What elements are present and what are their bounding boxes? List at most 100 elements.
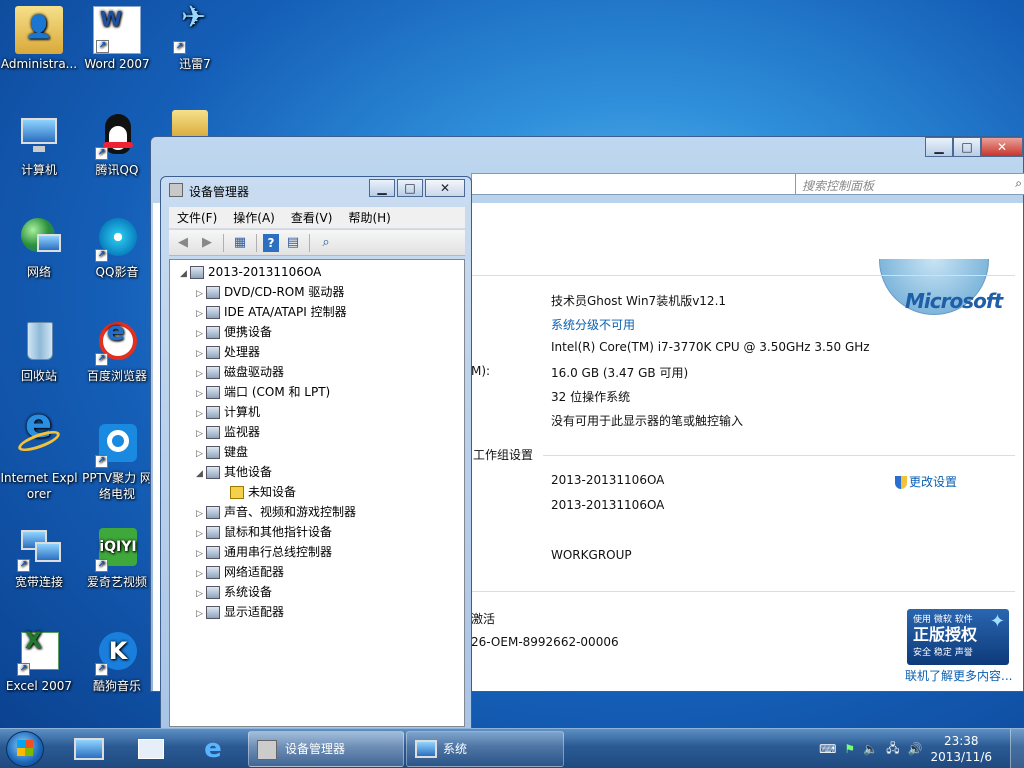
tree-category[interactable]: ▷ DVD/CD-ROM 驱动器 (196, 282, 344, 302)
menu-view[interactable]: 查看(V) (283, 209, 341, 226)
desktop-icon-label: 宽带连接 (14, 575, 63, 589)
desktop-icon-iqiyi[interactable]: iQIYI ↗ 爱奇艺视频 (78, 524, 156, 590)
chevron-right-icon[interactable]: ▷ (196, 504, 206, 524)
tree-category[interactable]: ▷ 端口 (COM 和 LPT) (196, 382, 330, 402)
taskbar-pinned-windows[interactable] (126, 733, 176, 765)
tree-category[interactable]: ▷ 鼠标和其他指针设备 (196, 522, 332, 542)
desktop-icon-computer[interactable]: 计算机 (0, 112, 78, 178)
tree-category[interactable]: ▷ 系统设备 (196, 582, 272, 602)
desktop-icon-qqplayer[interactable]: ↗ QQ影音 (78, 214, 156, 280)
menu-file[interactable]: 文件(F) (169, 209, 225, 226)
chevron-right-icon[interactable]: ▷ (196, 304, 206, 324)
tree-root[interactable]: ◢ 2013-20131106OA (180, 262, 321, 282)
desktop-icon-excel[interactable]: X ↗ Excel 2007 (0, 628, 78, 694)
learn-more-link[interactable]: 联机了解更多内容... (905, 667, 1012, 684)
taskbar-item-device-manager[interactable]: 设备管理器 (248, 731, 404, 767)
back-arrow-icon[interactable]: ◀ (173, 234, 193, 252)
chevron-right-icon[interactable]: ▷ (196, 344, 206, 364)
tree-item-label: 声音、视频和游戏控制器 (224, 505, 357, 519)
properties-grid-icon[interactable]: ▦ (230, 234, 250, 252)
shortcut-arrow-icon: ↗ (95, 147, 108, 160)
tree-category[interactable]: ▷ 网络适配器 (196, 562, 284, 582)
desktop-icon-pptv[interactable]: ↗ PPTV聚力 网络电视 (78, 420, 156, 502)
device-icon (206, 446, 220, 459)
show-desktop-button[interactable] (1010, 729, 1024, 768)
network-icon[interactable]: 🖧 (886, 739, 899, 760)
action-center-flag-icon[interactable]: ⚑ (844, 742, 855, 756)
close-button[interactable]: ✕ (981, 137, 1023, 157)
desktop-icon-network[interactable]: 网络 (0, 214, 78, 280)
forward-arrow-icon[interactable]: ▶ (197, 234, 217, 252)
chevron-right-icon[interactable]: ▷ (196, 444, 206, 464)
desktop-icon-thunder[interactable]: ✈ ↗ 迅雷7 (156, 3, 234, 72)
desktop-icon-recycle-bin[interactable]: 回收站 (0, 318, 78, 384)
start-button[interactable] (6, 731, 44, 767)
windows-edition: 技术员Ghost Win7装机版v12.1 (551, 294, 727, 308)
change-settings-link[interactable]: 更改设置 (895, 473, 957, 490)
folder-icon[interactable] (172, 110, 208, 138)
genuine-microsoft-badge[interactable]: 使用 微软 软件 正版授权 安全 稳定 声誉 ✦ (907, 609, 1009, 665)
chevron-right-icon[interactable]: ▷ (196, 544, 206, 564)
chevron-right-icon[interactable]: ▷ (196, 604, 206, 624)
scan-hardware-icon[interactable]: ⌕ (316, 234, 336, 252)
tree-category[interactable]: ▷ 声音、视频和游戏控制器 (196, 502, 356, 522)
maximize-button[interactable]: □ (953, 137, 981, 157)
view-list-icon[interactable]: ▤ (283, 234, 303, 252)
shortcut-arrow-icon: ↗ (95, 663, 108, 676)
windows-switcher-icon (138, 739, 164, 759)
speaker-icon[interactable]: 🔊 (908, 742, 923, 756)
desktop-icon-administrator[interactable]: 👤 Administra... (0, 6, 78, 72)
minimize-button[interactable]: ▁ (369, 179, 395, 197)
pptv-icon: ↗ (93, 420, 141, 468)
search-icon[interactable]: ⌕ (1015, 176, 1022, 191)
help-icon[interactable]: ? (263, 233, 279, 252)
taskbar-pinned-ie[interactable]: e (188, 733, 238, 765)
chevron-right-icon[interactable]: ▷ (196, 424, 206, 444)
tree-category[interactable]: ▷ 显示适配器 (196, 602, 284, 622)
desktop-icon-qq[interactable]: ↗ 腾讯QQ (78, 112, 156, 178)
device-icon (206, 586, 220, 599)
rating-link[interactable]: 系统分级不可用 (551, 316, 635, 333)
menu-help[interactable]: 帮助(H) (340, 209, 398, 226)
chevron-right-icon[interactable]: ▷ (196, 364, 206, 384)
tree-category[interactable]: ▷ 通用串行总线控制器 (196, 542, 332, 562)
desktop-icon-broadband[interactable]: ↗ 宽带连接 (0, 524, 78, 590)
kugou-icon: K ↗ (93, 628, 141, 676)
volume-icon[interactable]: 🔈 (863, 742, 878, 756)
maximize-button[interactable]: □ (397, 179, 423, 197)
tree-category[interactable]: ▷ 监视器 (196, 422, 260, 442)
close-button[interactable]: ✕ (425, 179, 465, 197)
chevron-right-icon[interactable]: ▷ (196, 384, 206, 404)
tree-category[interactable]: ◢ 其他设备 (196, 462, 272, 482)
computer-icon (15, 112, 63, 160)
shortcut-arrow-icon: ↗ (95, 455, 108, 468)
chevron-down-icon[interactable]: ◢ (180, 264, 190, 284)
chevron-right-icon[interactable]: ▷ (196, 284, 206, 304)
desktop-icon-kugou[interactable]: K ↗ 酷狗音乐 (78, 628, 156, 694)
divider (543, 455, 1015, 456)
minimize-button[interactable]: ▁ (925, 137, 953, 157)
tree-category[interactable]: ▷ 处理器 (196, 342, 260, 362)
chevron-right-icon[interactable]: ▷ (196, 584, 206, 604)
desktop-icon-ie[interactable]: e Internet Explorer (0, 404, 78, 502)
tree-category[interactable]: ▷ 磁盘驱动器 (196, 362, 284, 382)
menu-action[interactable]: 操作(A) (225, 209, 283, 226)
search-input[interactable]: 搜索控制面板 ⌕ (795, 173, 1024, 195)
tree-category[interactable]: ▷ 计算机 (196, 402, 260, 422)
desktop-icon-baidu-browser[interactable]: e ↗ 百度浏览器 (78, 318, 156, 384)
keyboard-icon[interactable]: ⌨ (819, 742, 836, 756)
taskbar-item-system[interactable]: 系统 (406, 731, 564, 767)
tree-category[interactable]: ▷ 键盘 (196, 442, 248, 462)
chevron-right-icon[interactable]: ▷ (196, 564, 206, 584)
tree-category[interactable]: ▷ 便携设备 (196, 322, 272, 342)
chevron-right-icon[interactable]: ▷ (196, 524, 206, 544)
tree-category[interactable]: ▷ IDE ATA/ATAPI 控制器 (196, 302, 347, 322)
clock[interactable]: 23:38 2013/11/6 (930, 733, 992, 765)
chevron-right-icon[interactable]: ▷ (196, 324, 206, 344)
desktop-icon-word[interactable]: W ↗ Word 2007 (78, 6, 156, 72)
desktop-icon-label: Excel 2007 (5, 679, 73, 693)
tree-child-item[interactable]: 未知设备 (230, 482, 296, 502)
chevron-right-icon[interactable]: ▷ (196, 404, 206, 424)
chevron-down-icon[interactable]: ◢ (196, 464, 206, 484)
taskbar-pinned-desktop[interactable] (64, 733, 114, 765)
